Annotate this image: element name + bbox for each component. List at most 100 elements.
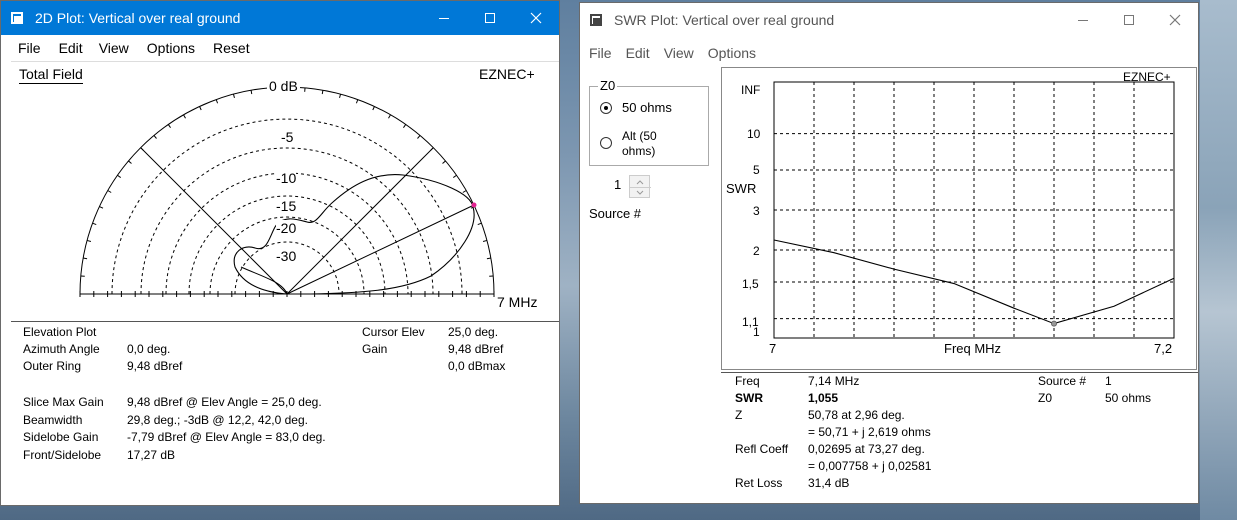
arc-tick [462, 190, 467, 193]
ring-label-10: -10 [276, 170, 297, 186]
menu-file[interactable]: File [582, 45, 619, 61]
cursor-row: 0,0 dBmax [448, 359, 506, 373]
radiation-pattern [233, 174, 475, 295]
info-row: Azimuth Angle 0,0 deg. [23, 342, 171, 356]
cursor-line [286, 204, 475, 295]
swr-cursor-marker [1051, 320, 1057, 327]
ring-label-15: -15 [276, 198, 297, 214]
info-row: Z0 50 ohms [1038, 391, 1152, 405]
title-bar[interactable]: SWR Plot: Vertical over real ground [580, 3, 1198, 37]
close-icon [530, 12, 542, 24]
menu-bar: File Edit View Options [580, 42, 1198, 64]
arc-tick [83, 257, 88, 260]
info-row: Refl Coeff 0,02695 at 73,27 deg. [735, 442, 925, 456]
ring-label-20: -20 [276, 220, 297, 236]
window-title: 2D Plot: Vertical over real ground [35, 10, 241, 26]
z0-groupbox: Z0 50 ohms Alt (50 ohms) [589, 78, 709, 166]
radio-button-selected[interactable] [600, 102, 612, 114]
close-button[interactable] [513, 1, 559, 35]
cursor-row: Gain 9,48 dBref [362, 342, 504, 356]
menu-edit[interactable]: Edit [619, 45, 657, 61]
app-icon [588, 12, 604, 28]
arc-tick [153, 135, 157, 139]
arc-tick [167, 124, 171, 128]
info-row: Elevation Plot [23, 325, 97, 339]
stat-row: Beamwidth 29,8 deg.; -3dB @ 12,2, 42,0 de… [23, 412, 308, 427]
spinner-arrows-icon [630, 180, 651, 195]
ring-label-5: -5 [281, 129, 294, 145]
arc-tick [117, 174, 121, 178]
arc-tick [86, 239, 92, 242]
info-panel: Elevation Plot Azimuth Angle 0,0 deg. Out… [23, 325, 553, 505]
arc-tick [355, 99, 359, 104]
menu-reset[interactable]: Reset [206, 40, 257, 56]
info-divider [11, 321, 559, 322]
radio-button[interactable] [600, 137, 612, 149]
swr-info-divider [721, 372, 1198, 373]
arc-tick [442, 160, 446, 164]
arc-tick [372, 106, 375, 111]
maximize-button[interactable] [467, 1, 513, 35]
source-spinner[interactable] [629, 175, 651, 198]
arc-tick [232, 93, 235, 99]
swr-info-panel: Freq 7,14 MHz SWR 1,055 Z 50,78 at 2,96 deg… [735, 374, 1195, 502]
arc-tick [199, 106, 202, 111]
stat-row: Front/Sidelobe 17,27 dB [23, 447, 176, 462]
swr-plot-panel[interactable]: EZNEC+ SWR Freq MHz 7 7,2 INF 10 5 3 2 1… [721, 67, 1197, 370]
ring-label-30: -30 [276, 248, 297, 264]
plot-area[interactable]: Total Field EZNEC+ 0 dB -5 -10 -15 -20 -… [11, 61, 559, 319]
arc-tick [417, 135, 421, 139]
close-icon [1169, 14, 1181, 26]
stat-row: Sidelobe Gain -7,79 dBref @ Elev Angle = … [23, 430, 326, 444]
menu-file[interactable]: File [11, 40, 48, 56]
info-row: = 0,007758 + j 0,02581 [808, 459, 932, 473]
menu-view[interactable]: View [657, 45, 701, 61]
menu-edit[interactable]: Edit [52, 40, 90, 56]
window-title: SWR Plot: Vertical over real ground [614, 12, 835, 28]
menu-options[interactable]: Options [701, 45, 763, 61]
info-row: Outer Ring 9,48 dBref [23, 359, 183, 373]
arc-tick [486, 257, 491, 260]
arc-tick [321, 90, 324, 95]
app-icon [9, 10, 25, 26]
info-row: Source #1 [1038, 374, 1112, 388]
arc-tick [107, 190, 112, 193]
title-bar[interactable]: 2D Plot: Vertical over real ground [1, 1, 559, 35]
info-row: = 50,71 + j 2,619 ohms [808, 425, 931, 439]
desktop-background [1200, 0, 1237, 520]
minimize-button[interactable] [1060, 3, 1106, 37]
menu-bar: File Edit View Options Reset [1, 37, 559, 59]
polar-plot [79, 86, 495, 297]
info-row: Z 50,78 at 2,96 deg. [735, 408, 905, 422]
cursor-marker [471, 202, 477, 208]
ring-label-0: 0 dB [267, 78, 300, 94]
info-row: Ret Loss 31,4 dB [735, 476, 850, 490]
arc-tick [477, 222, 482, 226]
stat-row: Slice Max Gain 9,48 dBref @ Elev Angle = … [23, 395, 322, 409]
window-swr-plot[interactable]: SWR Plot: Vertical over real ground File… [579, 2, 1199, 504]
source-label: Source # [589, 206, 642, 221]
arc-tick [388, 114, 391, 119]
arc-tick [403, 124, 407, 128]
diagonal-left [140, 147, 288, 295]
arc-tick [250, 90, 253, 95]
freq-label: 7 MHz [497, 294, 538, 310]
menu-options[interactable]: Options [140, 40, 202, 56]
arc-tick [453, 174, 457, 178]
close-button[interactable] [1152, 3, 1198, 37]
arc-tick [215, 99, 219, 104]
swr-chart [773, 81, 1175, 339]
maximize-button[interactable] [1106, 3, 1152, 37]
arc-tick [482, 239, 488, 242]
window-2d-plot[interactable]: 2D Plot: Vertical over real ground File … [0, 0, 560, 506]
menu-view[interactable]: View [92, 40, 136, 56]
arc-tick [339, 93, 342, 99]
source-number-value: 1 [614, 177, 622, 192]
cursor-row: Cursor Elev 25,0 deg. [362, 325, 499, 339]
minimize-button[interactable] [421, 1, 467, 35]
arc-tick [183, 114, 186, 119]
arc-tick [128, 160, 132, 164]
diagonal-right [286, 147, 434, 295]
arc-tick [99, 206, 104, 209]
z0-group-title: Z0 [598, 78, 618, 93]
